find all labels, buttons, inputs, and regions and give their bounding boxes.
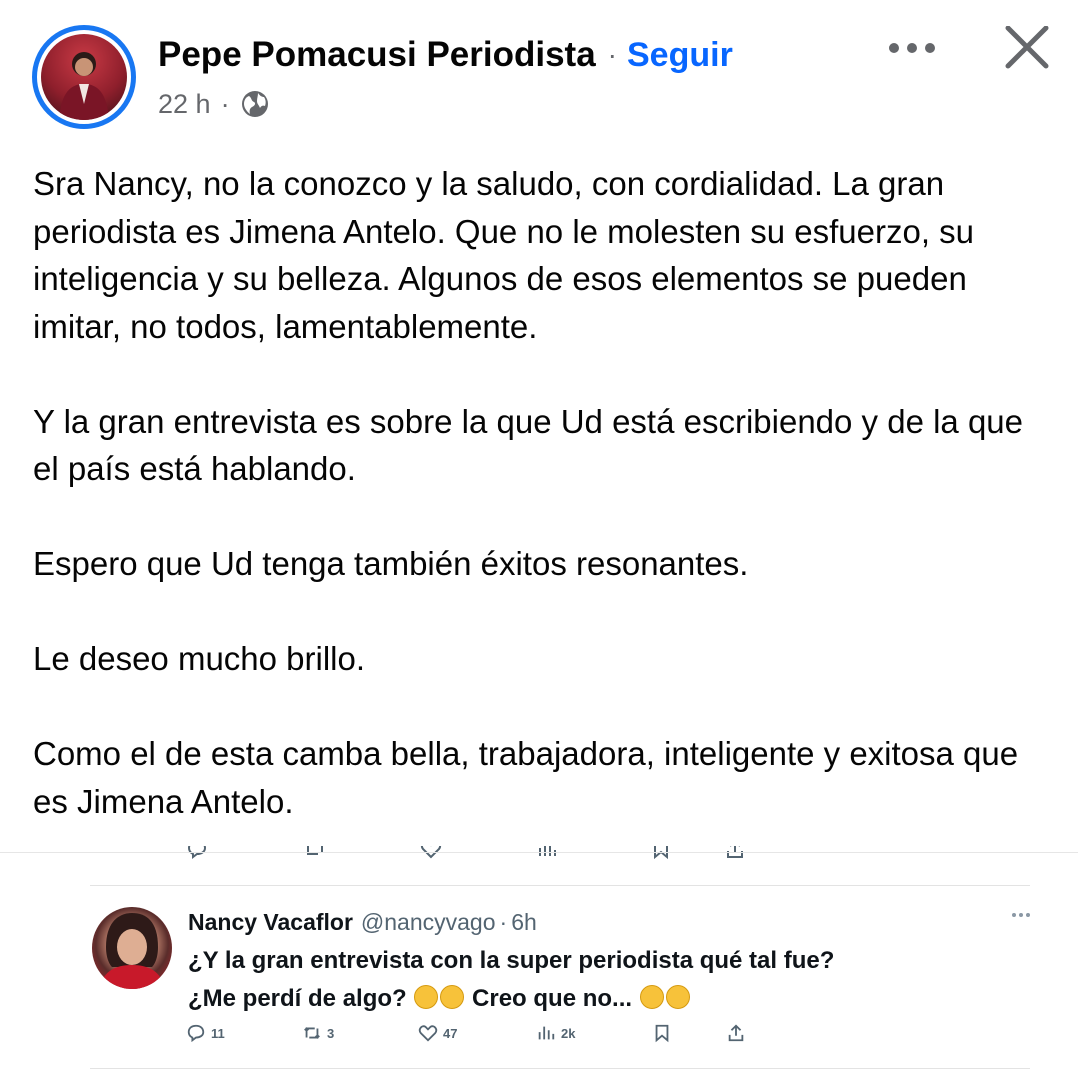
tweet-text: ¿Y la gran entrevista con la super perio… — [188, 942, 1008, 1018]
bookmark-icon — [654, 846, 668, 860]
post-paragraph: Como el de esta camba bella, trabajadora… — [33, 735, 1019, 820]
tweet-action-bar: 11 3 47 2k — [186, 1023, 766, 1047]
retweet-icon — [304, 1027, 320, 1039]
post-paragraph: Espero que Ud tenga también éxitos reson… — [33, 545, 749, 582]
post-timestamp[interactable]: 22 h — [158, 89, 211, 120]
thinking-face-emoji-icon — [414, 985, 439, 1009]
tweet-line: ¿Me perdí de algo? Creo que no... — [188, 980, 1008, 1018]
tweet-author-avatar — [92, 907, 172, 989]
author-avatar[interactable] — [32, 25, 136, 129]
share-action — [726, 1023, 751, 1043]
post-paragraph: Y la gran entrevista es sobre la que Ud … — [33, 402, 1023, 488]
cropped-action-row — [0, 846, 1078, 862]
name-separator: · — [607, 39, 617, 70]
post-header: Pepe Pomacusi Periodista · Seguir 22 h · — [0, 0, 1078, 140]
close-icon[interactable] — [1002, 26, 1052, 70]
views-count: 2k — [561, 1025, 576, 1041]
post-paragraph: Sra Nancy, no la conozco y la saludo, co… — [33, 165, 975, 345]
author-name[interactable]: Pepe Pomacusi Periodista — [158, 35, 596, 75]
post-paragraph: Le deseo mucho brillo. — [33, 640, 366, 677]
person-silhouette-icon — [59, 52, 109, 120]
tweet-timestamp: 6h — [511, 908, 537, 935]
tweet-author-name: Nancy Vacaflor — [188, 908, 353, 935]
share-icon — [728, 1024, 744, 1042]
retweet-action: 3 — [302, 1023, 334, 1043]
post-body: Sra Nancy, no la conozco y la saludo, co… — [33, 160, 1053, 825]
divider — [90, 1068, 1030, 1069]
views-action: 2k — [536, 1023, 575, 1043]
more-options-icon — [1012, 913, 1030, 917]
grinning-face-emoji-icon — [665, 985, 690, 1009]
tweet-separator: · — [499, 908, 508, 935]
retweet-icon — [307, 846, 323, 855]
thinking-face-emoji-icon — [440, 985, 465, 1009]
retweet-count: 3 — [327, 1025, 335, 1041]
reply-icon — [187, 1024, 205, 1043]
like-count: 47 — [443, 1025, 458, 1041]
divider — [90, 885, 1030, 886]
more-options-icon[interactable] — [884, 34, 940, 62]
follow-button[interactable]: Seguir — [627, 36, 733, 75]
reply-icon — [187, 846, 207, 859]
views-icon — [538, 1026, 555, 1040]
author-photo — [41, 34, 127, 120]
share-icon — [727, 846, 743, 858]
heart-icon — [418, 1025, 438, 1042]
tweet-line-part: ¿Me perdí de algo? — [188, 985, 407, 1012]
laughing-face-emoji-icon — [639, 985, 664, 1009]
bookmark-action — [652, 1023, 677, 1043]
divider — [0, 852, 1078, 853]
person-silhouette-icon — [100, 913, 164, 989]
reply-action: 11 — [186, 1023, 225, 1043]
globe-icon[interactable] — [240, 89, 270, 119]
meta-separator: · — [220, 88, 230, 119]
tweet-line-part: Creo que no... — [472, 985, 633, 1012]
views-icon — [539, 846, 556, 856]
tweet-line: ¿Y la gran entrevista con la super perio… — [188, 947, 835, 974]
heart-icon — [420, 846, 442, 859]
reply-count: 11 — [211, 1025, 225, 1041]
bookmark-icon — [655, 1024, 669, 1043]
tweet-author-handle: @nancyvago — [360, 908, 496, 935]
like-action: 47 — [418, 1023, 457, 1043]
